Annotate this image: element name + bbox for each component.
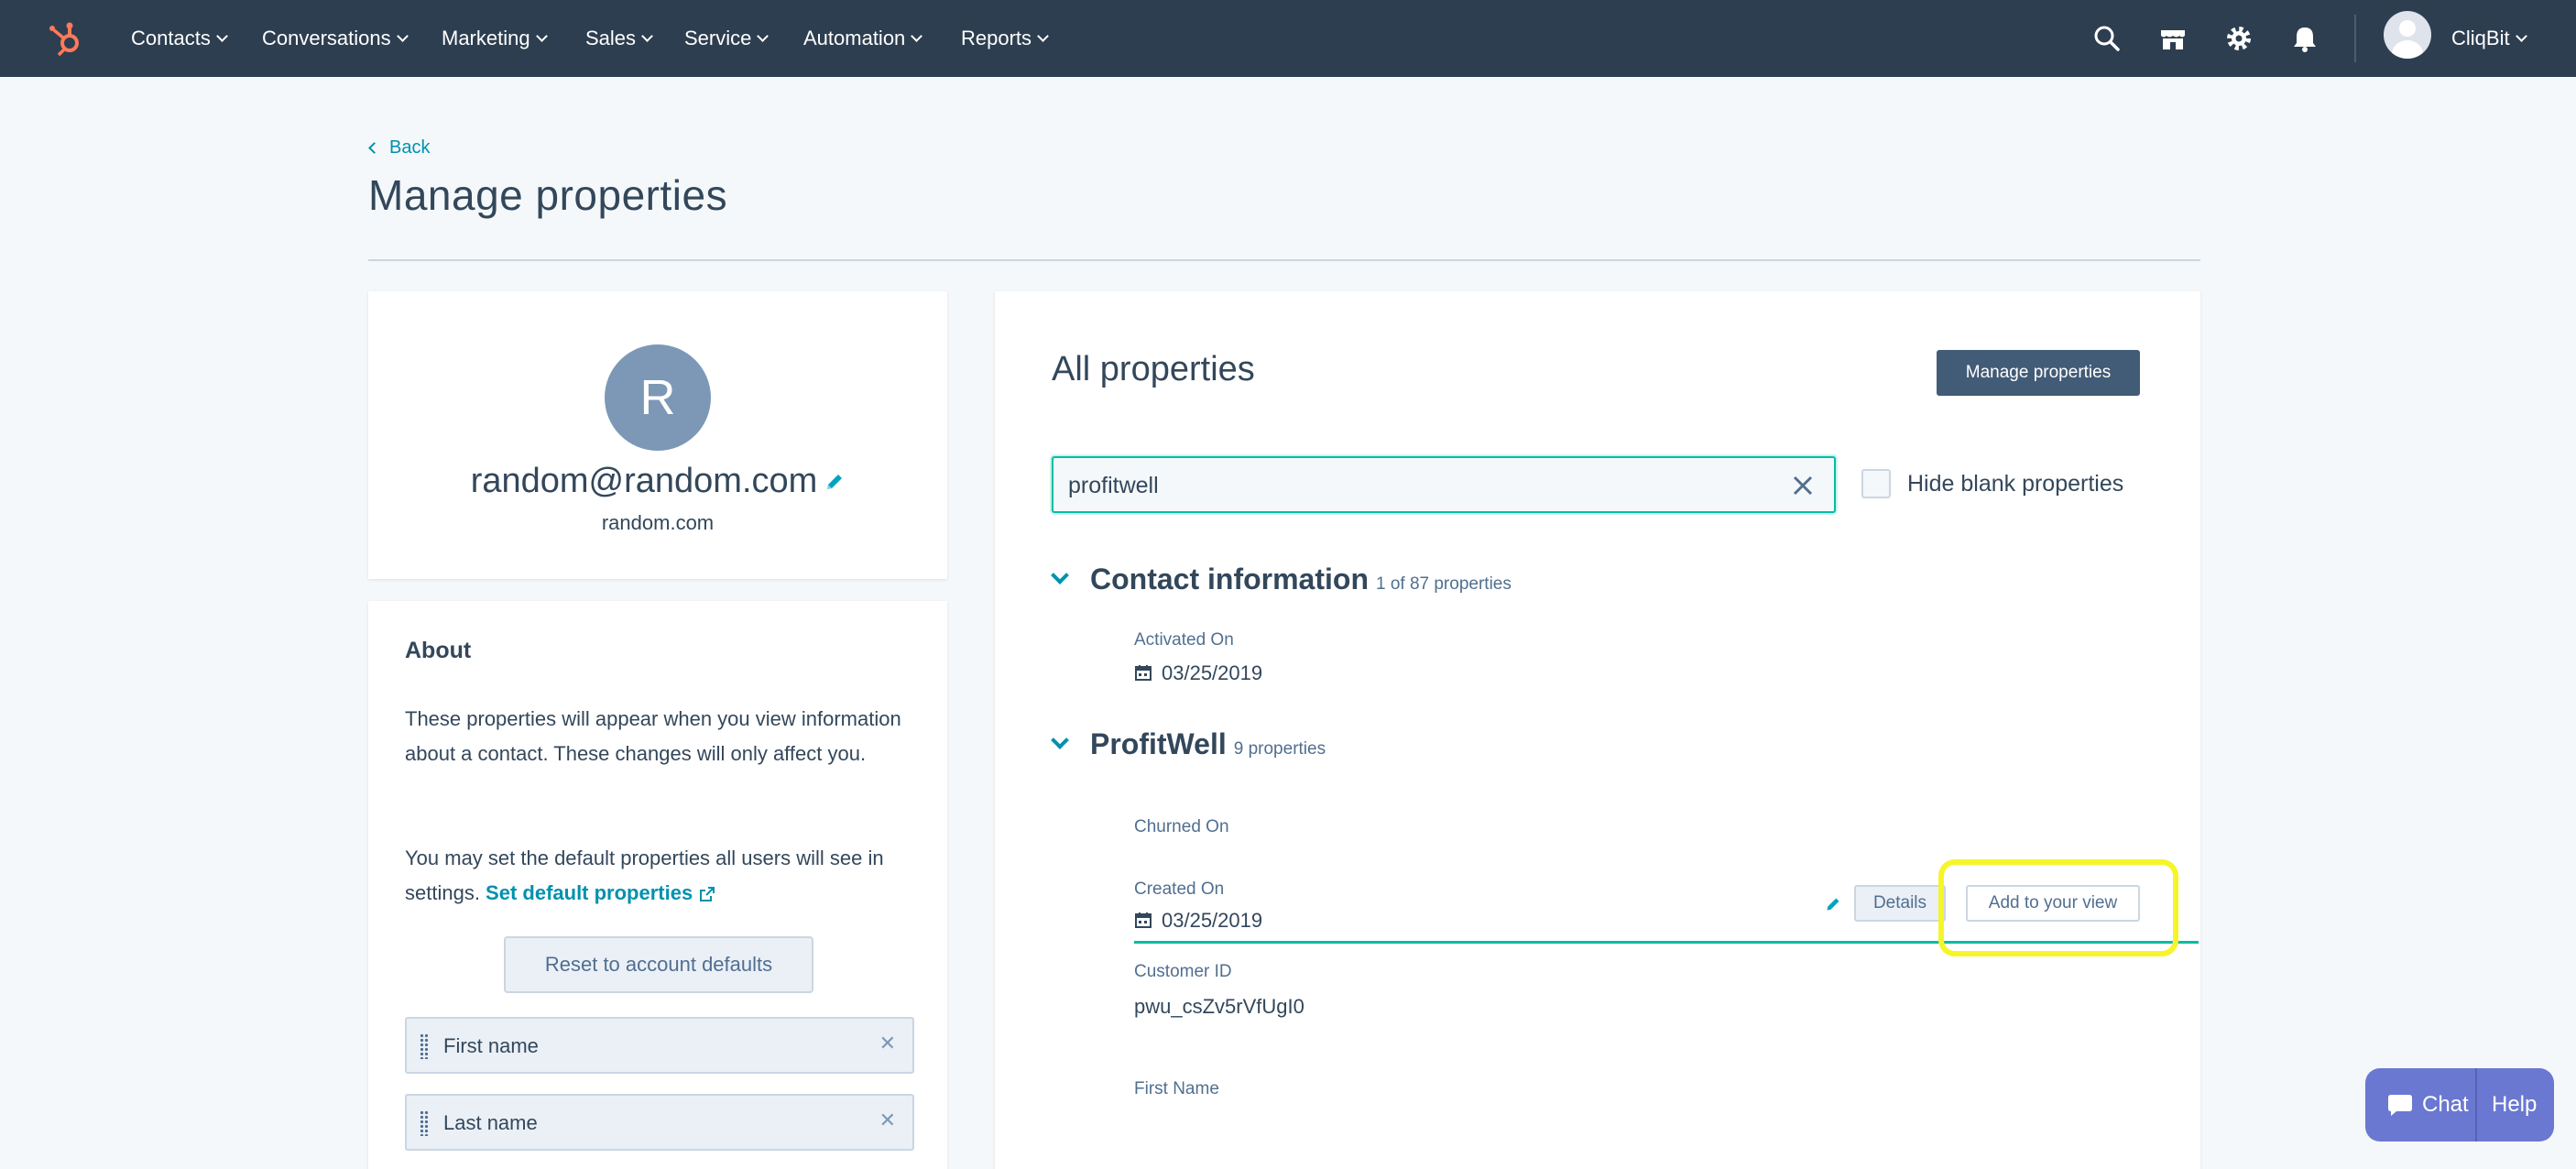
nav-contacts[interactable]: Contacts xyxy=(131,0,228,77)
bell-icon[interactable] xyxy=(2288,22,2321,55)
hubspot-logo-icon[interactable] xyxy=(46,18,86,59)
chevron-down-icon xyxy=(1051,566,1069,584)
clear-search-icon[interactable] xyxy=(1792,475,1814,497)
group-count: 1 of 87 properties xyxy=(1375,574,1512,594)
property-label-created-on: Created On xyxy=(1134,879,1225,899)
back-label: Back xyxy=(389,137,431,158)
property-value-customer-id[interactable]: pwu_csZv5rVfUgI0 xyxy=(1134,995,1304,1019)
account-name: CliqBit xyxy=(2451,27,2510,49)
group-name: Contact information xyxy=(1090,563,1369,595)
search-value: profitwell xyxy=(1068,473,1159,498)
profile-card: R random@random.com random.com xyxy=(368,291,947,579)
chat-widget: Chat Help xyxy=(2365,1068,2554,1142)
external-link-icon xyxy=(700,887,715,902)
contact-email-row: random@random.com xyxy=(368,462,947,501)
property-value-created-on[interactable]: 03/25/2019 xyxy=(1134,909,1262,933)
remove-icon[interactable]: ✕ xyxy=(879,1109,896,1132)
nav-marketing[interactable]: Marketing xyxy=(442,0,548,77)
chevron-down-icon xyxy=(2515,30,2527,42)
about-description: These properties will appear when you vi… xyxy=(405,707,901,765)
account-menu[interactable]: CliqBit xyxy=(2451,0,2527,77)
hide-blank-checkbox[interactable] xyxy=(1861,469,1891,498)
pencil-icon[interactable] xyxy=(824,472,845,492)
top-nav: Contacts Conversations Marketing Sales S… xyxy=(0,0,2576,77)
nav-divider xyxy=(2354,15,2356,62)
property-chip-last-name[interactable]: Last name ✕ xyxy=(405,1094,914,1151)
about-card: About These properties will appear when … xyxy=(368,601,947,1169)
chevron-left-icon xyxy=(368,142,380,154)
back-link[interactable]: Back xyxy=(368,137,431,158)
calendar-icon xyxy=(1135,665,1152,681)
nav-conversations[interactable]: Conversations xyxy=(262,0,409,77)
property-label-customer-id: Customer ID xyxy=(1134,962,1232,981)
highlight-annotation xyxy=(1938,859,2178,956)
calendar-icon xyxy=(1135,912,1152,928)
pencil-icon[interactable] xyxy=(1825,896,1841,912)
about-settings-note: You may set the default properties all u… xyxy=(405,841,918,911)
help-button[interactable]: Help xyxy=(2492,1068,2537,1142)
nav-automation-label: Automation xyxy=(803,27,906,49)
group-count: 9 properties xyxy=(1233,739,1326,759)
chip-label: Last name xyxy=(443,1111,538,1134)
nav-sales-label: Sales xyxy=(585,27,637,49)
search-icon[interactable] xyxy=(2090,22,2123,55)
chat-bubble-icon xyxy=(2388,1095,2412,1116)
created-on-value: 03/25/2019 xyxy=(1162,909,1263,932)
nav-reports[interactable]: Reports xyxy=(961,0,1049,77)
contact-email: random@random.com xyxy=(470,462,818,500)
chat-button[interactable]: Chat xyxy=(2365,1068,2475,1142)
chevron-down-icon xyxy=(396,30,409,42)
about-title: About xyxy=(405,638,472,663)
property-label-churned-on: Churned On xyxy=(1134,817,1229,836)
group-profitwell[interactable]: ProfitWell 9 properties xyxy=(1048,727,1326,761)
chevron-down-icon xyxy=(641,30,653,42)
all-properties-card: All properties Manage properties profitw… xyxy=(995,291,2200,1169)
reset-to-defaults-button[interactable]: Reset to account defaults xyxy=(504,936,813,993)
chevron-down-icon xyxy=(535,30,548,42)
chevron-down-icon xyxy=(911,30,923,42)
chevron-down-icon xyxy=(215,30,228,42)
user-avatar[interactable] xyxy=(2384,11,2431,59)
marketplace-icon[interactable] xyxy=(2156,22,2189,55)
nav-contacts-label: Contacts xyxy=(131,27,211,49)
chat-label: Chat xyxy=(2422,1092,2469,1117)
set-default-properties-link[interactable]: Set default properties xyxy=(486,881,716,904)
all-properties-title: All properties xyxy=(1052,350,1255,388)
contact-avatar: R xyxy=(605,344,711,451)
contact-domain: random.com xyxy=(601,511,715,534)
property-label-activated-on: Activated On xyxy=(1134,630,1234,650)
drag-handle-icon[interactable] xyxy=(420,1110,429,1136)
drag-handle-icon[interactable] xyxy=(420,1033,429,1059)
set-default-properties-label: Set default properties xyxy=(486,881,693,904)
chevron-down-icon xyxy=(1051,731,1069,749)
property-value-activated-on[interactable]: 03/25/2019 xyxy=(1134,661,1262,685)
gear-icon[interactable] xyxy=(2222,22,2255,55)
property-label-first-name: First Name xyxy=(1134,1079,1219,1098)
chevron-down-icon xyxy=(1037,30,1049,42)
group-contact-information[interactable]: Contact information 1 of 87 properties xyxy=(1048,563,1512,596)
nav-conversations-label: Conversations xyxy=(262,27,391,49)
nav-service-label: Service xyxy=(684,27,752,49)
page-title: Manage properties xyxy=(368,171,728,219)
property-chip-first-name[interactable]: First name ✕ xyxy=(405,1017,914,1074)
hide-blank-label[interactable]: Hide blank properties xyxy=(1907,471,2123,497)
nav-service[interactable]: Service xyxy=(684,0,770,77)
details-button[interactable]: Details xyxy=(1854,885,1946,922)
nav-automation[interactable]: Automation xyxy=(803,0,923,77)
group-name: ProfitWell xyxy=(1090,727,1227,760)
activated-on-value: 03/25/2019 xyxy=(1162,661,1263,684)
chevron-down-icon xyxy=(757,30,770,42)
nav-reports-label: Reports xyxy=(961,27,1032,49)
nav-marketing-label: Marketing xyxy=(442,27,530,49)
chip-label: First name xyxy=(443,1034,539,1057)
property-search-input[interactable]: profitwell xyxy=(1052,456,1836,513)
chat-divider xyxy=(2475,1068,2477,1142)
nav-sales[interactable]: Sales xyxy=(585,0,653,77)
remove-icon[interactable]: ✕ xyxy=(879,1032,896,1055)
header-divider xyxy=(368,259,2200,261)
manage-properties-button[interactable]: Manage properties xyxy=(1937,350,2140,396)
